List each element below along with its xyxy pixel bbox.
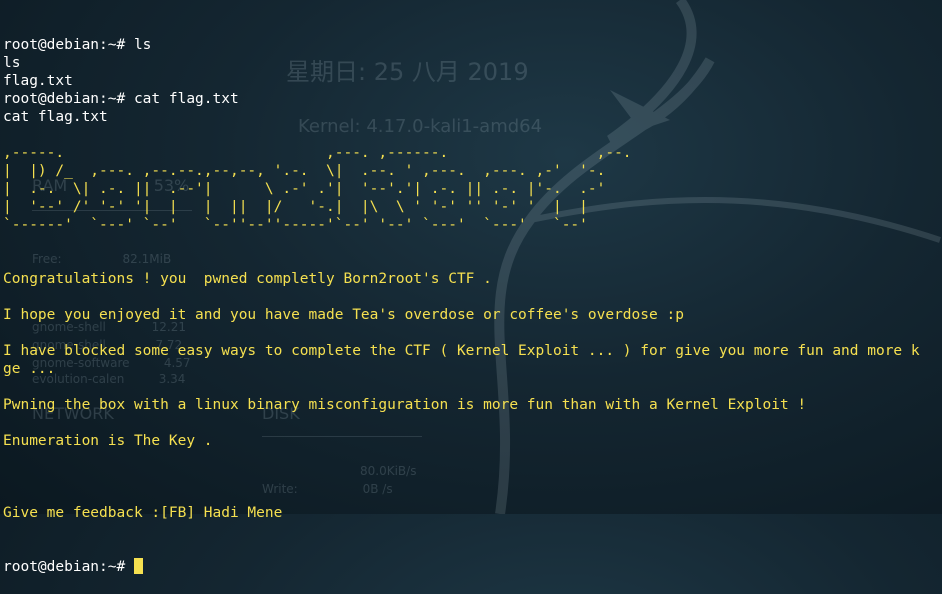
terminal-line: Pwning the box with a linux binary misco… (3, 397, 807, 413)
terminal-line: I hope you enjoyed it and you have made … (3, 307, 684, 323)
terminal-cursor[interactable] (133, 558, 143, 574)
terminal-prompt: root@debian:~# (3, 559, 134, 575)
terminal-line: ge ... (3, 361, 56, 377)
terminal-line: root@debian:~# cat flag.txt (3, 91, 239, 107)
terminal-line: Enumeration is The Key . (3, 433, 213, 449)
terminal-line: | .-. \| .-. || .--'| \ .-' .'| '--'.'| … (3, 181, 606, 197)
terminal-lines: root@debian:~# ls ls flag.txt root@debian:~… (3, 36, 920, 522)
terminal-line: | '--' /' '-' '| | | || |/ '-.| |\ \ ' '… (3, 199, 588, 215)
terminal-prompt-line[interactable]: root@debian:~# (3, 558, 920, 576)
terminal-output[interactable]: root@debian:~# ls ls flag.txt root@debian:~… (3, 0, 920, 594)
terminal-line: cat flag.txt (3, 109, 108, 125)
terminal-line: ,-----. ,---. ,------. ,--. (3, 145, 632, 161)
terminal-line: | |) /_ ,---. ,--.--.,--,--, '.-. \| .--… (3, 163, 606, 179)
terminal-line: I have blocked some easy ways to complet… (3, 343, 920, 359)
terminal-line: Give me feedback :[FB] Hadi Mene (3, 505, 283, 521)
terminal-line: ls (3, 55, 21, 71)
terminal-line: flag.txt (3, 73, 73, 89)
terminal-line: root@debian:~# ls (3, 37, 152, 53)
terminal-line: `------' `---' `--' `--''--''-----'`--' … (3, 217, 588, 233)
terminal-line: Congratulations ! you pwned completly Bo… (3, 271, 492, 287)
